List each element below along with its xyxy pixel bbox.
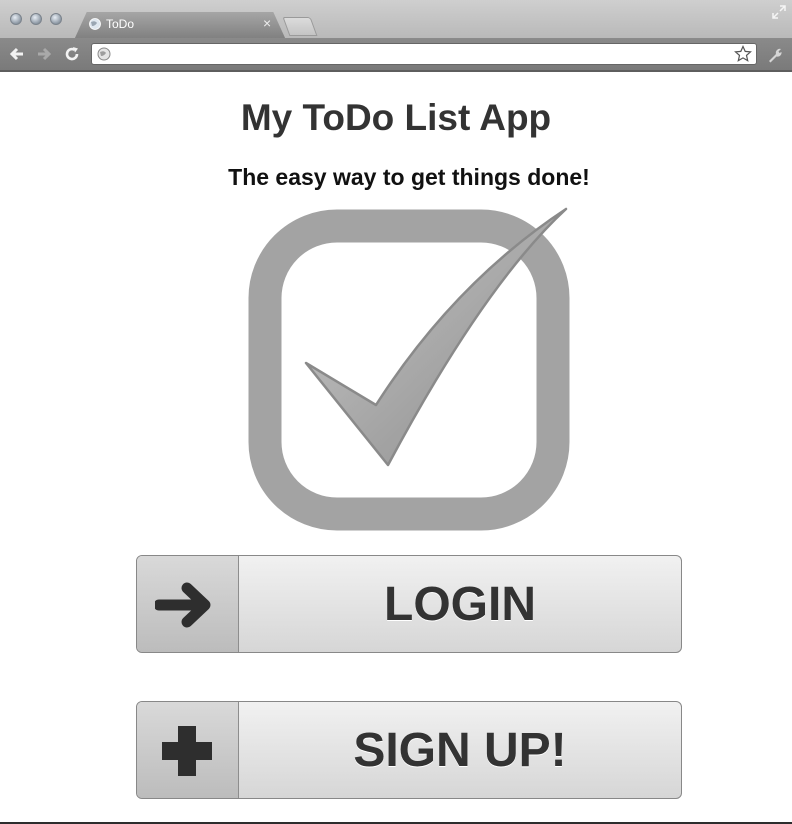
signup-button[interactable]: SIGN UP! [136, 701, 682, 799]
login-label: LOGIN [384, 577, 536, 631]
wrench-icon[interactable] [766, 46, 784, 64]
page-title: My ToDo List App [240, 97, 552, 138]
fullscreen-icon[interactable] [772, 5, 786, 19]
back-arrow-icon[interactable] [8, 45, 26, 63]
reload-icon[interactable] [63, 45, 81, 63]
login-icon-cell [137, 556, 239, 652]
close-window-icon[interactable] [10, 13, 22, 25]
plus-icon [162, 726, 212, 776]
tab-title: ToDo [106, 17, 135, 31]
tagline: The easy way to get things done! [228, 164, 590, 190]
signup-label: SIGN UP! [353, 723, 567, 777]
checkbox-check-icon [248, 207, 570, 531]
login-button[interactable]: LOGIN [136, 555, 682, 653]
tab-close-icon[interactable]: × [263, 15, 271, 31]
forward-arrow-icon[interactable] [35, 45, 53, 63]
globe-icon [89, 18, 101, 30]
address-input[interactable] [116, 44, 730, 66]
signup-icon-cell [137, 702, 239, 798]
bookmark-star-icon[interactable] [734, 45, 752, 63]
arrow-right-icon [155, 582, 211, 628]
minimize-window-icon[interactable] [30, 13, 42, 25]
site-globe-icon [97, 47, 111, 61]
zoom-window-icon[interactable] [50, 13, 62, 25]
